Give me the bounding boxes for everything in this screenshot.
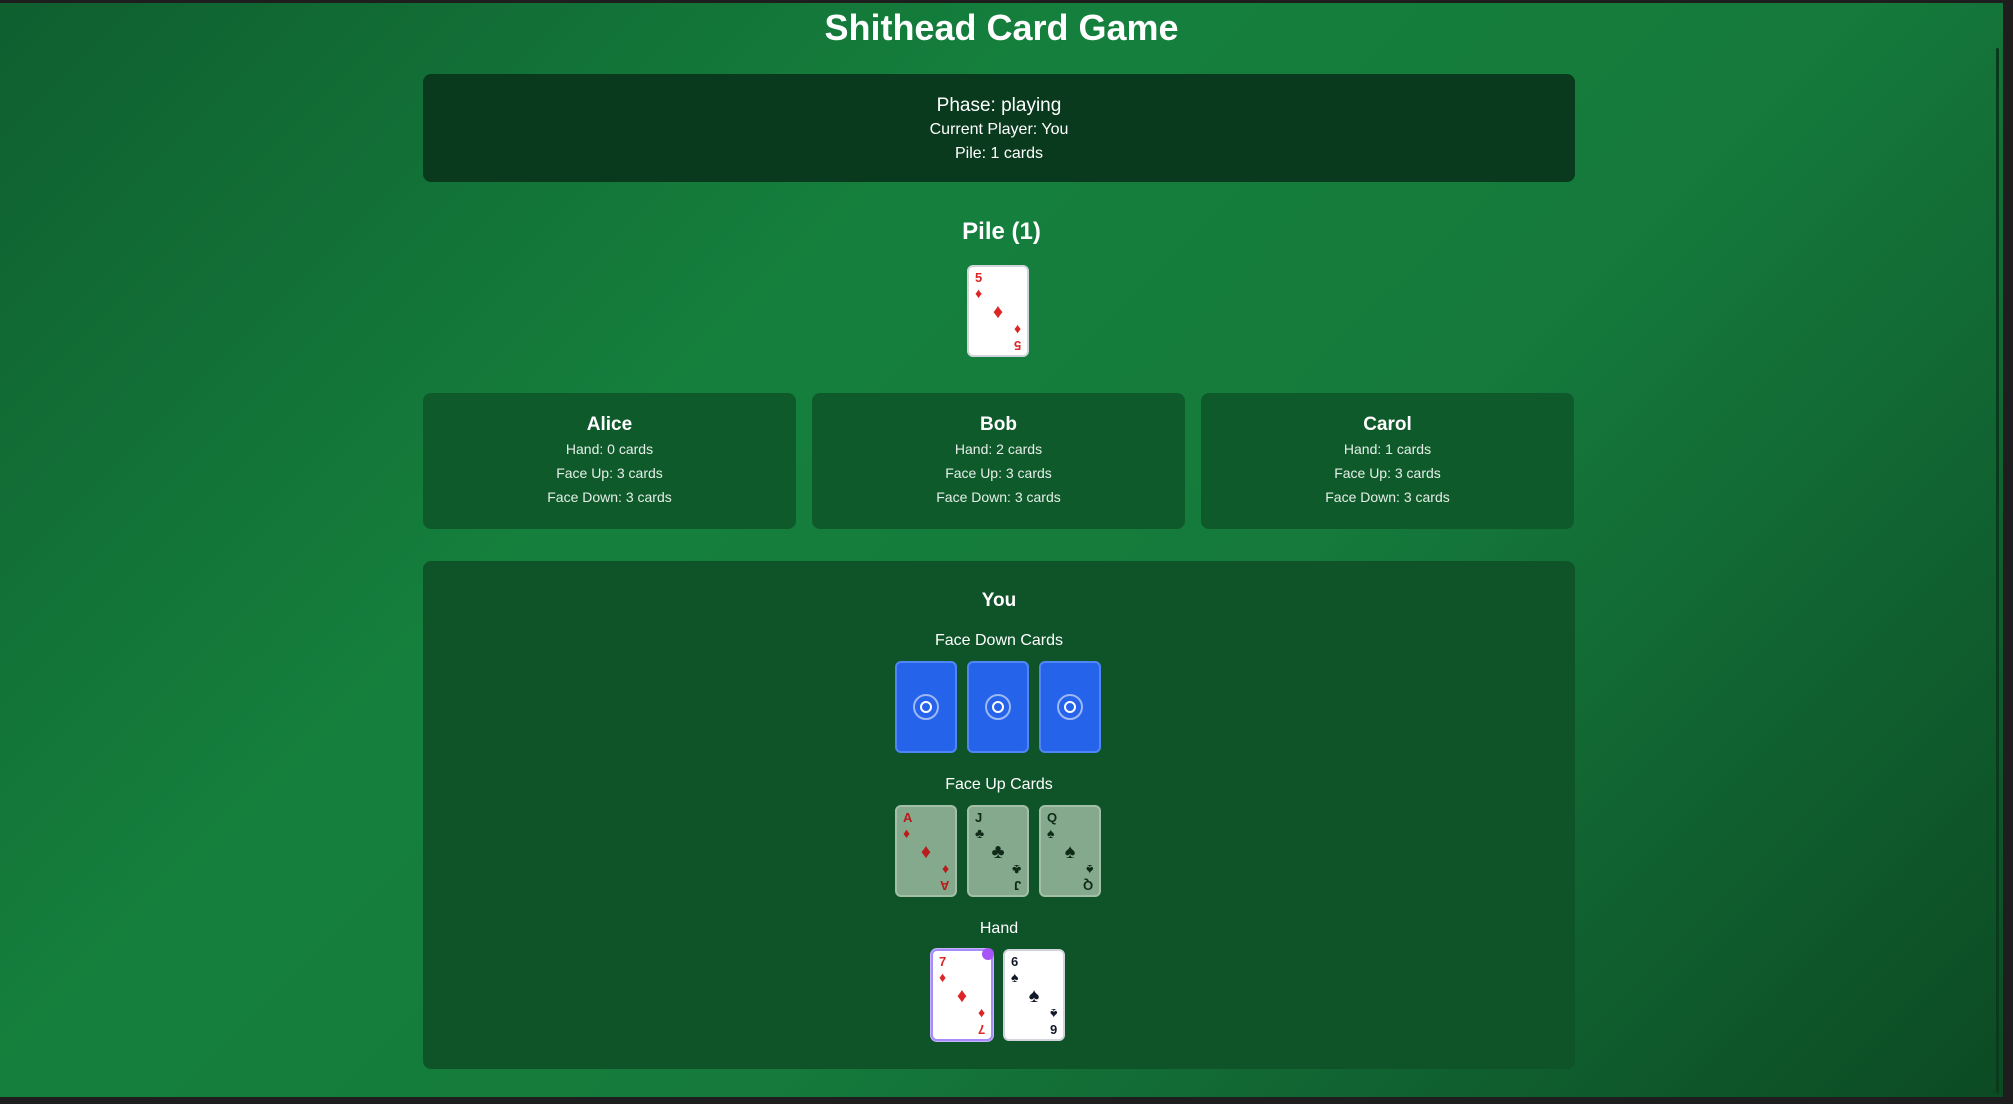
spade-icon: ♠: [1064, 841, 1076, 863]
diamond-icon: ♦: [956, 985, 968, 1007]
card-rank: Q: [1082, 878, 1093, 893]
opponent-hand-count: Hand: 0 cards: [565, 441, 654, 457]
card-rank: 5: [975, 270, 983, 285]
opponent-face-up-count: Face Up: 3 cards: [945, 465, 1052, 481]
pile-top-card[interactable]: 5 ♦ ♦ ♦ 5: [967, 265, 1029, 357]
opponent-hand-count: Hand: 1 cards: [1343, 441, 1432, 457]
club-icon: ♣: [1011, 862, 1021, 878]
spade-icon: ♠: [1085, 862, 1093, 878]
face-down-label: Face Down Cards: [934, 632, 1064, 649]
diamond-icon: ♦: [977, 1006, 985, 1022]
spade-icon: ♠: [1028, 985, 1040, 1007]
pile-count-text: Pile: 1 cards: [954, 145, 1044, 162]
opponent-face-down-count: Face Down: 3 cards: [547, 489, 672, 505]
card-back-emblem-icon: [985, 694, 1011, 720]
opponent-face-up-count: Face Up: 3 cards: [1334, 465, 1441, 481]
opponent-name: Carol: [1363, 414, 1412, 435]
spade-icon: ♠: [1011, 969, 1019, 985]
card-rank: 6: [1011, 954, 1019, 969]
diamond-icon: ♦: [975, 285, 983, 301]
opponent-hand-count: Hand: 2 cards: [954, 441, 1043, 457]
spade-icon: ♠: [1047, 825, 1055, 841]
club-icon: ♣: [975, 825, 985, 841]
spade-icon: ♠: [1049, 1006, 1057, 1022]
scrollbar-thumb[interactable]: [1996, 48, 1999, 1093]
card-rank: A: [903, 810, 913, 825]
opponent-name: Bob: [980, 414, 1017, 435]
selection-indicator: [982, 948, 994, 960]
player-name: You: [981, 590, 1017, 611]
card-back-emblem-icon: [913, 694, 939, 720]
face-up-card[interactable]: A ♦ ♦ ♦ A: [895, 805, 957, 897]
phase-text: Phase: playing: [936, 95, 1062, 116]
face-up-card[interactable]: J ♣ ♣ ♣ J: [967, 805, 1029, 897]
card-rank: J: [975, 810, 983, 825]
face-up-card[interactable]: Q ♠ ♠ ♠ Q: [1039, 805, 1101, 897]
hand-label: Hand: [979, 920, 1019, 937]
pile-title: Pile (1): [962, 218, 1041, 245]
card-rank: 7: [939, 954, 947, 969]
opponent-face-down-count: Face Down: 3 cards: [1325, 489, 1450, 505]
game-viewport: Shithead Card Game Phase: playing Curren…: [0, 3, 2003, 1097]
face-down-card[interactable]: [967, 661, 1029, 753]
diamond-icon: ♦: [1013, 322, 1021, 338]
card-rank: 7: [977, 1022, 985, 1037]
club-icon: ♣: [991, 841, 1005, 863]
current-player-text: Current Player: You: [929, 121, 1069, 138]
opponent-face-up-count: Face Up: 3 cards: [556, 465, 663, 481]
card-rank: 6: [1049, 1022, 1057, 1037]
game-status-panel: Phase: playing Current Player: You Pile:…: [423, 74, 1575, 182]
page-title: Shithead Card Game: [824, 7, 1179, 48]
card-rank: 5: [1013, 338, 1021, 353]
vertical-scrollbar[interactable]: [1993, 3, 2003, 1097]
opponent-panel-alice: Alice Hand: 0 cards Face Up: 3 cards Fac…: [423, 393, 796, 529]
diamond-icon: ♦: [941, 862, 949, 878]
player-panel: You Face Down Cards Face Up Cards A ♦ ♦ …: [423, 561, 1575, 1069]
opponent-panel-bob: Bob Hand: 2 cards Face Up: 3 cards Face …: [812, 393, 1185, 529]
card-back-emblem-icon: [1057, 694, 1083, 720]
hand-card-selected[interactable]: 7 ♦ ♦ ♦ 7: [931, 948, 994, 1041]
card-rank: Q: [1047, 810, 1058, 825]
card-rank: J: [1013, 878, 1021, 893]
opponent-panel-carol: Carol Hand: 1 cards Face Up: 3 cards Fac…: [1201, 393, 1574, 529]
face-up-label: Face Up Cards: [945, 776, 1053, 793]
diamond-icon: ♦: [939, 969, 947, 985]
diamond-icon: ♦: [992, 301, 1004, 323]
face-down-card[interactable]: [895, 661, 957, 753]
diamond-icon: ♦: [903, 825, 911, 841]
opponent-name: Alice: [586, 414, 633, 435]
face-down-card[interactable]: [1039, 661, 1101, 753]
card-rank: A: [939, 878, 949, 893]
diamond-icon: ♦: [920, 841, 932, 863]
hand-card[interactable]: 6 ♠ ♠ ♠ 6: [1003, 949, 1065, 1041]
opponent-face-down-count: Face Down: 3 cards: [936, 489, 1061, 505]
